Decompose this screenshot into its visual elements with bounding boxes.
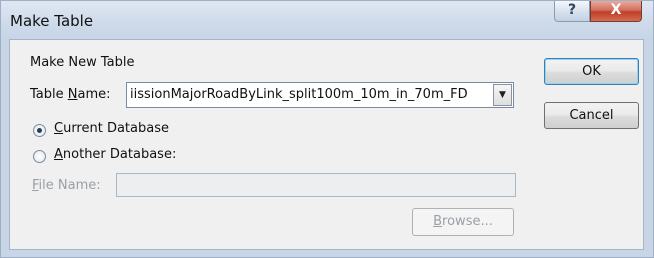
title-bar[interactable]: Make Table ? X — [1, 1, 653, 37]
cancel-button[interactable]: Cancel — [544, 102, 639, 129]
help-icon: ? — [567, 2, 577, 18]
chevron-down-icon: ▼ — [499, 90, 506, 100]
table-name-combobox[interactable]: iissionMajorRoadByLink_split100m_10m_in_… — [126, 82, 514, 108]
make-new-table-label: Make New Table — [30, 55, 135, 70]
table-name-label: Table Name: — [30, 87, 111, 102]
close-icon: X — [610, 2, 622, 18]
help-button[interactable]: ? — [554, 1, 590, 22]
dropdown-arrow-button[interactable]: ▼ — [493, 84, 512, 106]
radio-selected-dot — [37, 128, 42, 133]
file-name-label: File Name: — [32, 178, 101, 193]
current-database-label[interactable]: Current Database — [54, 121, 169, 136]
dialog-title: Make Table — [10, 12, 94, 30]
close-button[interactable]: X — [590, 1, 642, 22]
ok-button[interactable]: OK — [544, 58, 639, 85]
file-name-input[interactable] — [116, 173, 516, 197]
another-database-label[interactable]: Another Database: — [54, 147, 176, 162]
current-database-radio[interactable] — [33, 124, 46, 137]
browse-button[interactable]: Browse... — [412, 208, 514, 236]
table-name-value[interactable]: iissionMajorRoadByLink_split100m_10m_in_… — [130, 87, 468, 102]
another-database-radio[interactable] — [33, 150, 46, 163]
